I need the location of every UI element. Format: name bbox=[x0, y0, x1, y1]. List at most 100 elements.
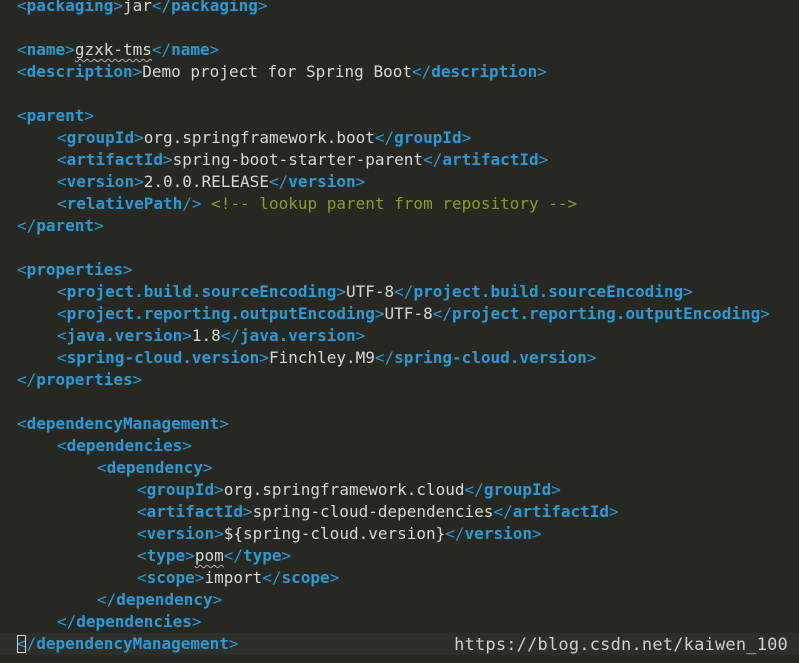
code-line[interactable]: </parent> bbox=[0, 215, 799, 237]
xml-tag-name: artifactId bbox=[442, 150, 539, 169]
code-line[interactable]: <properties> bbox=[0, 259, 799, 281]
xml-bracket: < bbox=[57, 348, 67, 367]
xml-bracket: < bbox=[137, 502, 147, 521]
xml-bracket: > bbox=[191, 612, 202, 631]
code-line[interactable] bbox=[0, 391, 799, 413]
xml-bracket: > bbox=[134, 128, 144, 147]
xml-bracket: < bbox=[57, 326, 67, 345]
watermark-text: https://blog.csdn.net/kaiwen_100 bbox=[454, 635, 788, 655]
code-line[interactable]: </dependency> bbox=[0, 589, 799, 611]
xml-tag-name: dependencies bbox=[66, 436, 183, 455]
xml-text: spring-cloud-dependencies bbox=[252, 502, 494, 521]
code-line[interactable]: <type>pom</type> bbox=[0, 545, 799, 567]
code-line[interactable]: <version>${spring-cloud.version}</versio… bbox=[0, 523, 799, 545]
xml-bracket: </ bbox=[493, 502, 513, 521]
code-editor[interactable]: <packaging>jar</packaging> <name>gzxk-tms… bbox=[0, 0, 799, 655]
xml-text: org.springframework.boot bbox=[143, 128, 375, 147]
xml-tag-name: groupId bbox=[483, 480, 552, 499]
xml-tag-name: project.build.sourceEncoding bbox=[66, 282, 337, 301]
xml-tag-name: java.version bbox=[240, 326, 356, 345]
xml-bracket: > bbox=[257, 0, 268, 15]
xml-tag-name: groupId bbox=[146, 480, 215, 499]
xml-tag-name: version bbox=[288, 172, 356, 191]
xml-bracket: < bbox=[57, 194, 67, 213]
xml-bracket: > bbox=[538, 150, 549, 169]
code-line[interactable]: <project.reporting.outputEncoding>UTF-8<… bbox=[0, 303, 799, 325]
xml-bracket: </ bbox=[262, 568, 282, 587]
xml-bracket: </ bbox=[374, 348, 395, 367]
xml-bracket: > bbox=[122, 260, 133, 279]
xml-bracket: < bbox=[17, 40, 27, 59]
xml-bracket: < bbox=[57, 304, 67, 323]
xml-tag-name: spring-cloud.version bbox=[394, 348, 587, 367]
xml-bracket: > bbox=[228, 634, 239, 653]
xml-bracket: > bbox=[242, 502, 253, 521]
xml-bracket: > bbox=[134, 172, 144, 191]
xml-bracket: < bbox=[137, 480, 147, 499]
xml-bracket: < bbox=[17, 0, 27, 15]
xml-bracket: < bbox=[17, 260, 27, 279]
xml-text: 2.0.0.RELEASE bbox=[143, 172, 269, 191]
xml-bracket: > bbox=[182, 326, 192, 345]
xml-bracket: < bbox=[17, 414, 27, 433]
xml-tag-name: dependency bbox=[116, 590, 213, 609]
code-line[interactable]: <dependencies> bbox=[0, 435, 799, 457]
code-line[interactable]: <java.version>1.8</java.version> bbox=[0, 325, 799, 347]
xml-tag-name: name bbox=[26, 40, 66, 59]
code-line[interactable]: <artifactId>spring-boot-starter-parent</… bbox=[0, 149, 799, 171]
xml-tag-name: version bbox=[464, 524, 532, 543]
xml-bracket: > bbox=[531, 524, 542, 543]
xml-bracket: </ bbox=[445, 524, 465, 543]
xml-bracket: > bbox=[182, 436, 192, 455]
code-line[interactable]: <groupId>org.springframework.cloud</grou… bbox=[0, 479, 799, 501]
xml-bracket: < bbox=[57, 150, 67, 169]
code-line[interactable] bbox=[0, 83, 799, 105]
text-cursor bbox=[17, 635, 26, 653]
code-line[interactable] bbox=[0, 237, 799, 259]
code-line[interactable]: <dependency> bbox=[0, 457, 799, 479]
code-line[interactable]: <artifactId>spring-cloud-dependencies</a… bbox=[0, 501, 799, 523]
xml-comment: <!-- lookup parent from repository --> bbox=[211, 194, 578, 213]
xml-bracket: </ bbox=[394, 282, 414, 301]
code-line[interactable]: <relativePath/> <!-- lookup parent from … bbox=[0, 193, 799, 215]
xml-bracket: < bbox=[137, 524, 147, 543]
xml-bracket: > bbox=[194, 568, 205, 587]
xml-tag-name: project.reporting.outputEncoding bbox=[66, 304, 375, 323]
xml-tag-name: artifactId bbox=[146, 502, 243, 521]
xml-bracket: </ bbox=[411, 62, 432, 81]
xml-tag-name: groupId bbox=[66, 128, 135, 147]
code-line[interactable] bbox=[0, 17, 799, 39]
code-line[interactable]: <groupId>org.springframework.boot</group… bbox=[0, 127, 799, 149]
xml-bracket: > bbox=[609, 502, 619, 521]
code-line[interactable]: <scope>import</scope> bbox=[0, 567, 799, 589]
xml-text: gzxk-tms bbox=[74, 40, 152, 59]
xml-bracket: </ bbox=[17, 216, 37, 235]
xml-bracket: </ bbox=[220, 326, 241, 345]
xml-bracket: > bbox=[94, 216, 104, 235]
xml-bracket: </ bbox=[374, 128, 395, 147]
code-line[interactable]: <version>2.0.0.RELEASE</version> bbox=[0, 171, 799, 193]
code-line[interactable]: </dependencies> bbox=[0, 611, 799, 633]
xml-bracket: < bbox=[17, 106, 27, 125]
xml-bracket: > bbox=[132, 62, 143, 81]
xml-bracket: > bbox=[84, 106, 95, 125]
xml-bracket: </ bbox=[464, 480, 484, 499]
code-line[interactable]: <name>gzxk-tms</name> bbox=[0, 39, 799, 61]
xml-bracket: </ bbox=[223, 546, 243, 565]
xml-tag-name: artifactId bbox=[512, 502, 610, 521]
xml-tag-name: packaging bbox=[171, 0, 258, 15]
xml-tag-name: relativePath bbox=[66, 194, 183, 213]
xml-bracket: </ bbox=[151, 0, 172, 15]
code-line[interactable]: <spring-cloud.version>Finchley.M9</sprin… bbox=[0, 347, 799, 369]
code-line[interactable]: <packaging>jar</packaging> bbox=[0, 0, 799, 17]
code-line[interactable]: <parent> bbox=[0, 105, 799, 127]
code-line[interactable]: <dependencyManagement> bbox=[0, 413, 799, 435]
xml-tag-name: project.reporting.outputEncoding bbox=[451, 304, 761, 323]
code-line[interactable]: </properties> bbox=[0, 369, 799, 391]
code-line[interactable]: <project.build.sourceEncoding>UTF-8</pro… bbox=[0, 281, 799, 303]
code-line[interactable]: <description>Demo project for Spring Boo… bbox=[0, 61, 799, 83]
xml-text: org.springframework.cloud bbox=[223, 480, 465, 499]
xml-tag-name: properties bbox=[36, 370, 133, 389]
xml-bracket: > bbox=[162, 150, 173, 169]
xml-text: UTF-8 bbox=[346, 282, 395, 301]
